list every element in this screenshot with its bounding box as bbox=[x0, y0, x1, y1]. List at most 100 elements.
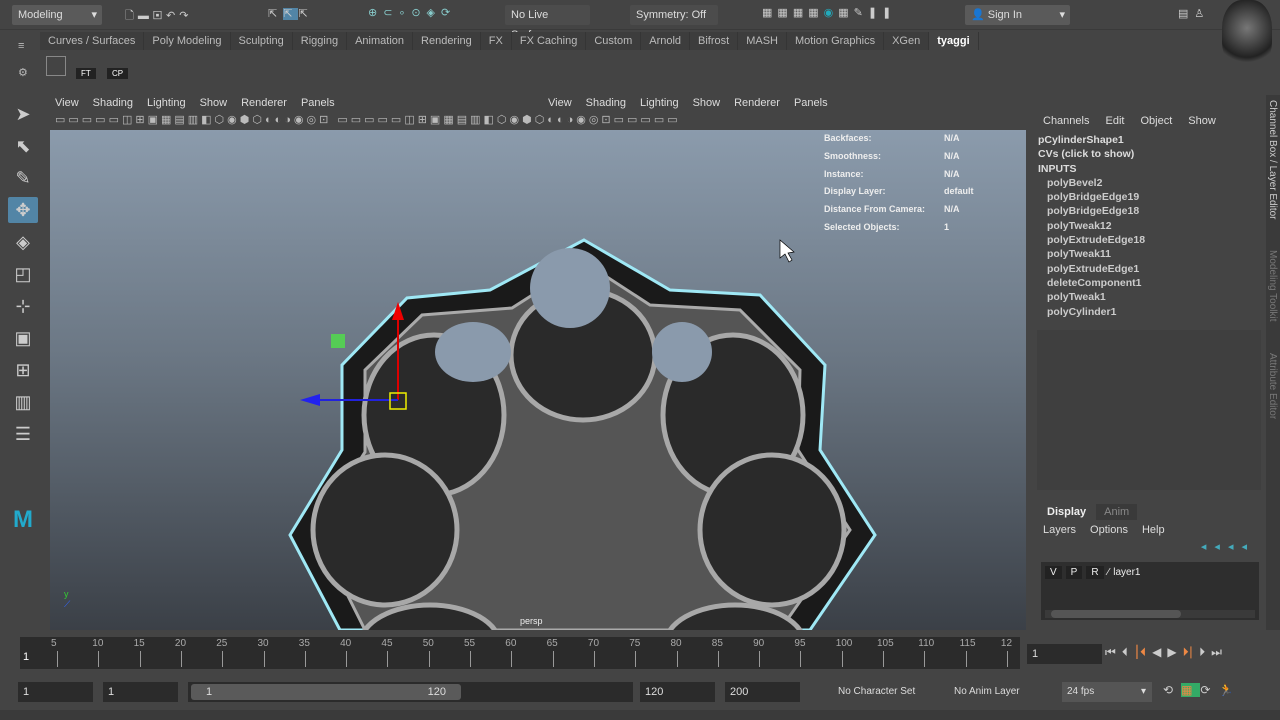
range-slider[interactable]: 1 120 bbox=[188, 682, 633, 702]
input-node[interactable]: polyExtrudeEdge18 bbox=[1033, 233, 1265, 247]
render-setup-icon[interactable]: ▦ bbox=[838, 7, 853, 19]
pivot-tool-icon[interactable]: ⊹ bbox=[8, 293, 38, 319]
shelf-tab-rendering[interactable]: Rendering bbox=[413, 32, 481, 50]
layer-menu-help[interactable]: Help bbox=[1142, 524, 1165, 536]
snap-view-icon[interactable]: ⊙ bbox=[411, 7, 426, 19]
input-node[interactable]: deleteComponent1 bbox=[1033, 276, 1265, 290]
pause-icon[interactable]: ❚❚ bbox=[868, 7, 896, 19]
shelf-tab-sculpting[interactable]: Sculpting bbox=[231, 32, 293, 50]
layer-menu-options[interactable]: Options bbox=[1090, 524, 1128, 536]
move-layer-down-icon[interactable]: ◂ bbox=[1214, 541, 1228, 553]
shelf-tab-fx[interactable]: FX bbox=[481, 32, 512, 50]
select-component-icon[interactable]: ⇱ bbox=[298, 8, 313, 20]
input-node[interactable]: polyBridgeEdge19 bbox=[1033, 190, 1265, 204]
scene-start-field[interactable]: 1 bbox=[18, 682, 93, 702]
viewport-menu-lighting[interactable]: Lighting bbox=[147, 95, 186, 112]
shelf-tab-animation[interactable]: Animation bbox=[347, 32, 414, 50]
range-slider-handle[interactable]: 1 120 bbox=[191, 684, 461, 700]
viewport-menu-shading[interactable]: Shading bbox=[586, 95, 626, 112]
snap-surface-icon[interactable]: ◈ bbox=[427, 7, 441, 19]
modeling-toolkit-icon[interactable]: ▤ bbox=[1178, 8, 1194, 20]
shelf-tab-curves-surfaces[interactable]: Curves / Surfaces bbox=[40, 32, 145, 50]
viewport-menu-show[interactable]: Show bbox=[693, 95, 721, 112]
go-to-start-icon[interactable]: ⏮ bbox=[1105, 645, 1116, 660]
tab-anim[interactable]: Anim bbox=[1096, 504, 1138, 520]
four-view-icon[interactable]: ⊞ bbox=[8, 357, 38, 383]
layer-name[interactable]: layer1 bbox=[1113, 567, 1140, 578]
human-ik-icon[interactable]: ♙ bbox=[1194, 8, 1210, 20]
shelf-tab-xgen[interactable]: XGen bbox=[884, 32, 930, 50]
select-object-icon[interactable]: ⇱ bbox=[283, 8, 299, 20]
input-node[interactable]: polyTweak1 bbox=[1033, 290, 1265, 304]
render-settings-icon[interactable]: ▦ bbox=[808, 7, 823, 19]
move-tool-icon[interactable]: ✥ bbox=[8, 197, 38, 223]
new-layer-icon[interactable]: ◂ bbox=[1228, 541, 1242, 553]
shelf-button-cp[interactable]: CP bbox=[107, 68, 129, 79]
layer-tools[interactable]: ◂◂◂◂ bbox=[1033, 540, 1265, 553]
shelf-tab-custom[interactable]: Custom bbox=[586, 32, 642, 50]
character-set-dropdown[interactable]: No Character Set bbox=[838, 686, 915, 697]
undo-icon[interactable]: ↶ bbox=[166, 10, 179, 22]
layer-row[interactable]: V P R ⁄ layer1 bbox=[1041, 562, 1259, 583]
ipr-render-icon[interactable]: ▦ bbox=[793, 7, 808, 19]
input-node[interactable]: polyCylinder1 bbox=[1033, 305, 1265, 319]
input-node[interactable]: polyTweak12 bbox=[1033, 219, 1265, 233]
viewport-menu-lighting[interactable]: Lighting bbox=[640, 95, 679, 112]
select-hierarchy-icon[interactable]: ⇱ bbox=[268, 8, 283, 20]
select-tool-icon[interactable]: ➤ bbox=[8, 101, 38, 127]
cvs-toggle[interactable]: CVs (click to show) bbox=[1033, 147, 1265, 161]
current-frame-field[interactable]: 1 bbox=[1027, 644, 1102, 664]
render-view-icon[interactable]: ▦ bbox=[762, 7, 777, 19]
next-key-icon[interactable]: ⏵⎮ bbox=[1183, 645, 1194, 660]
channel-box-menu-object[interactable]: Object bbox=[1140, 115, 1172, 127]
shelf-tab-bifrost[interactable]: Bifrost bbox=[690, 32, 739, 50]
shelf-tab-fx-caching[interactable]: FX Caching bbox=[512, 32, 587, 50]
prev-key-icon[interactable]: ⎮⏴ bbox=[1134, 645, 1146, 660]
two-view-icon[interactable]: ▥ bbox=[8, 389, 38, 415]
shelf-tab-arnold[interactable]: Arnold bbox=[641, 32, 691, 50]
fps-dropdown[interactable]: 24 fps ▾ bbox=[1062, 682, 1152, 702]
new-scene-icon[interactable]: 🗋 bbox=[125, 10, 138, 22]
input-node[interactable]: polyBridgeEdge18 bbox=[1033, 204, 1265, 218]
viewport-menu-panels[interactable]: Panels bbox=[794, 95, 828, 112]
selection-mask-tools[interactable]: ⇱⇱⇱ bbox=[268, 7, 314, 20]
shelf-tab-motion-graphics[interactable]: Motion Graphics bbox=[787, 32, 885, 50]
lasso-tool-icon[interactable]: ⬉ bbox=[8, 133, 38, 159]
outliner-icon[interactable]: ☰ bbox=[8, 421, 38, 447]
viewport-menu-renderer[interactable]: Renderer bbox=[734, 95, 780, 112]
workspace-icons[interactable]: ▤♙ bbox=[1178, 7, 1210, 20]
scale-tool-icon[interactable]: ◰ bbox=[8, 261, 38, 287]
render-current-icon[interactable]: ▦ bbox=[777, 7, 792, 19]
layer-color-icon[interactable]: ⁄ bbox=[1108, 567, 1110, 578]
file-tools[interactable]: 🗋▬▣↶↷ bbox=[125, 7, 192, 26]
viewport-menu-panels[interactable]: Panels bbox=[301, 95, 335, 112]
open-icon[interactable]: ▬ bbox=[138, 10, 153, 22]
command-line[interactable] bbox=[0, 710, 1280, 720]
snap-curve-icon[interactable]: ⊂ bbox=[383, 7, 398, 19]
playback-end-field[interactable]: 120 bbox=[640, 682, 715, 702]
play-forward-icon[interactable]: ▶ bbox=[1167, 645, 1176, 660]
playback-prefs-icon[interactable]: ⟳ bbox=[1200, 683, 1218, 697]
snap-point-icon[interactable]: ∘ bbox=[398, 7, 411, 19]
sign-in-button[interactable]: 👤 Sign In ▾ bbox=[965, 5, 1070, 25]
side-tab-modeling-toolkit[interactable]: Modeling Toolkit bbox=[1267, 250, 1278, 322]
shelf-tab-rigging[interactable]: Rigging bbox=[293, 32, 348, 50]
step-forward-icon[interactable]: ⏵ bbox=[1199, 645, 1205, 660]
shelf-button-ft[interactable]: FT bbox=[76, 68, 96, 79]
viewport-menu-shading[interactable]: Shading bbox=[93, 95, 133, 112]
viewport-menu-view[interactable]: View bbox=[55, 95, 79, 112]
channel-box-menu-channels[interactable]: Channels bbox=[1043, 115, 1089, 127]
time-slider[interactable]: 1 5 10 15 20 25 30 35 40 45 50 55 60 65 70 75 80 85 90 95 1… bbox=[20, 637, 1020, 669]
shelf-tab-tyaggi[interactable]: tyaggi bbox=[929, 32, 979, 50]
snap-live-icon[interactable]: ⟳ bbox=[441, 7, 456, 19]
channel-box-menu-edit[interactable]: Edit bbox=[1105, 115, 1124, 127]
scene-end-field[interactable]: 200 bbox=[725, 682, 800, 702]
rotate-tool-icon[interactable]: ◈ bbox=[8, 229, 38, 255]
hypershade-icon[interactable]: ◉ bbox=[824, 7, 839, 19]
snap-grid-icon[interactable]: ⊕ bbox=[368, 7, 383, 19]
new-layer-selected-icon[interactable]: ◂ bbox=[1241, 541, 1255, 553]
layout-icon[interactable] bbox=[46, 56, 66, 76]
visibility-toggle[interactable]: V bbox=[1045, 566, 1062, 579]
redo-icon[interactable]: ↷ bbox=[179, 10, 192, 22]
step-back-icon[interactable]: ⏴ bbox=[1122, 645, 1128, 660]
